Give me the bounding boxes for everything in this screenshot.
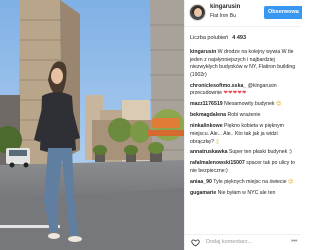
emoji-icon: 😍	[275, 101, 282, 108]
comment-text: Super ten płaski budynek :)	[227, 149, 292, 156]
comment-item: mazz1176519 Niesamowity budynek 😍	[190, 101, 300, 109]
post-side-panel: kingarusin Flat Iron Bu Obserwowa Liczba…	[184, 0, 302, 250]
heart-emoji-icon: ❤❤❤❤❤	[223, 90, 247, 97]
comment-username[interactable]: ninkalinkowe	[190, 123, 223, 129]
avatar[interactable]	[189, 4, 206, 21]
likes-label: Liczba polubień	[190, 35, 229, 41]
flatiron-street-scene	[0, 0, 184, 250]
comment-text: Niesamowity budynek	[222, 101, 276, 108]
username[interactable]: kingarusin	[210, 4, 240, 10]
comment-text: Nie byłam w NYC ale ten	[216, 190, 276, 197]
add-comment-bar: Dodaj komentarz... •••	[185, 234, 301, 250]
more-options-icon[interactable]: •••	[291, 238, 297, 245]
comment-text: Robi wrażenie	[226, 112, 261, 119]
likes-count: 4 493	[232, 35, 246, 41]
comment-username[interactable]: mazz1176519	[190, 101, 223, 107]
comment-item: bekmagdalena Robi wrażenie	[190, 112, 300, 120]
post-header: kingarusin Flat Iron Bu Obserwowa	[185, 0, 302, 27]
comment-item: kingarusin W drodze na kolejny wywia W t…	[190, 49, 300, 79]
emoji-icon: 😍	[287, 179, 294, 186]
comment-username[interactable]: gugamarie	[190, 190, 216, 196]
heart-outline-icon[interactable]	[191, 238, 200, 247]
comment-username[interactable]: chroniclesoftmo.sska_	[190, 83, 246, 89]
follow-button[interactable]: Obserwowa	[264, 6, 302, 19]
comment-username[interactable]: annatruskawka	[190, 149, 227, 155]
comment-item: gugamarie Nie byłam w NYC ale ten	[190, 190, 300, 198]
likes-summary[interactable]: Liczba polubień 4 493	[190, 35, 246, 41]
emoji-icon: ;)	[213, 138, 219, 145]
comment-item: aniaa_90 Tyle pięknych miejsc na świecie…	[190, 179, 300, 187]
comment-text: Tyle pięknych miejsc na świecie	[211, 179, 288, 186]
comment-item: rafalmalenowski15007 spacer tak po ulicy…	[190, 160, 300, 175]
comment-username[interactable]: rafalmalenowski15007	[190, 160, 245, 166]
comment-username[interactable]: aniaa_90	[190, 179, 212, 185]
location-link[interactable]: Flat Iron Bu	[210, 13, 236, 19]
comment-username[interactable]: kingarusin	[190, 49, 216, 55]
comment-item: chroniclesoftmo.sska_ @kingarusin przecu…	[190, 83, 300, 98]
comment-input[interactable]: Dodaj komentarz...	[206, 239, 252, 245]
comment-item: annatruskawka Super ten płaski budynek :…	[190, 149, 300, 157]
comment-item: ninkalinkowe Piękno kobieta w pięknym mi…	[190, 123, 300, 146]
comment-username[interactable]: bekmagdalena	[190, 112, 226, 118]
comments-list: kingarusin W drodze na kolejny wywia W t…	[190, 49, 300, 201]
post-photo[interactable]	[0, 0, 184, 250]
